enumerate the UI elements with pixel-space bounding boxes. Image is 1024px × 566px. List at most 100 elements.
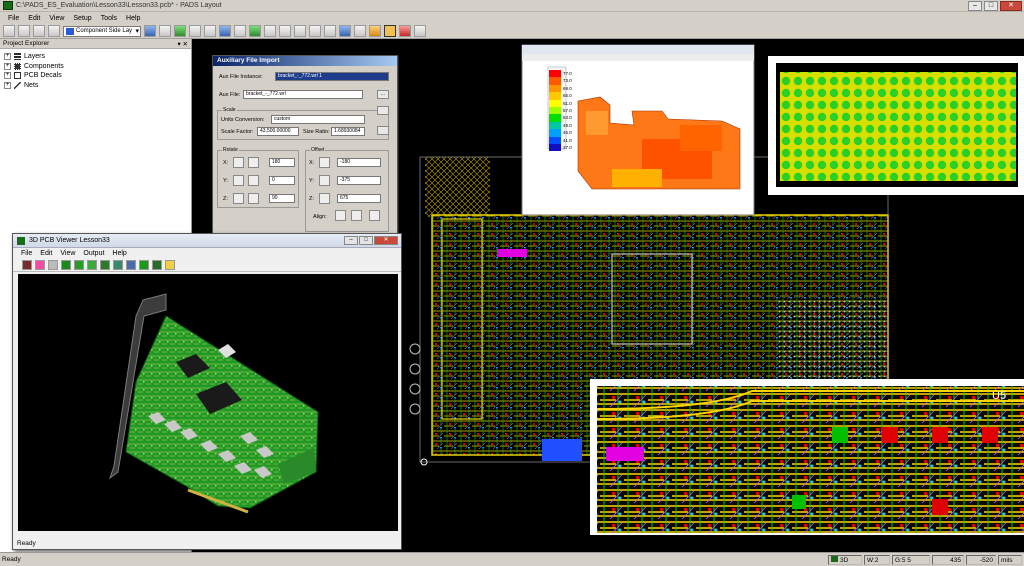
browse-button[interactable]: ... <box>377 90 389 99</box>
select-icon[interactable] <box>159 25 171 37</box>
front-view-icon[interactable] <box>87 260 97 270</box>
wrench-icon[interactable] <box>369 25 381 37</box>
scale-factor-field[interactable]: 43,500.00000 <box>257 127 299 136</box>
close-button[interactable]: ✕ <box>1000 1 1022 11</box>
menu-file[interactable]: File <box>8 15 19 22</box>
status-bar: Ready 3D W:2 G:5 5 435 -520 mils <box>0 552 1024 566</box>
save-icon[interactable] <box>33 25 45 37</box>
menu-edit[interactable]: Edit <box>28 15 40 22</box>
offset-y-field[interactable]: -375 <box>337 176 381 185</box>
menu-view[interactable]: View <box>49 15 64 22</box>
align-left-icon[interactable] <box>335 210 346 221</box>
offset-x-field[interactable]: -180 <box>337 158 381 167</box>
bottom-view-icon[interactable] <box>74 260 84 270</box>
fit-view-icon[interactable] <box>126 260 136 270</box>
x-coordinate: 435 <box>932 555 964 565</box>
viewer-menu-edit[interactable]: Edit <box>40 250 52 257</box>
pan-icon[interactable] <box>264 25 276 37</box>
legend-label: 77.0 <box>563 71 572 76</box>
top-view-icon[interactable] <box>61 260 71 270</box>
open-icon[interactable] <box>18 25 30 37</box>
viewer-maximize-button[interactable]: □ <box>359 236 373 245</box>
minimize-button[interactable]: – <box>968 1 982 11</box>
rotate-x-field[interactable]: 180 <box>269 158 295 167</box>
offset-y-icon[interactable] <box>319 175 330 186</box>
tree-item-components[interactable]: + Components <box>4 62 191 72</box>
rotate-x-cw-icon[interactable] <box>248 157 259 168</box>
print-icon[interactable] <box>48 25 60 37</box>
menu-setup[interactable]: Setup <box>73 15 91 22</box>
layer-select[interactable]: Component Side Lay <box>63 25 141 37</box>
legend-swatch <box>549 99 561 107</box>
new-icon[interactable] <box>3 25 15 37</box>
expand-icon[interactable]: + <box>4 53 11 61</box>
rotate-z-cw-icon[interactable] <box>248 193 259 204</box>
viewer-menu-view[interactable]: View <box>60 250 75 257</box>
explorer-title: Project Explorer <box>3 40 50 47</box>
route-icon[interactable] <box>174 25 186 37</box>
drafting-icon[interactable] <box>189 25 201 37</box>
aux-file-field[interactable]: bracket_-_772.wrl <box>243 90 363 99</box>
explorer-close-icon[interactable]: ▾ ✕ <box>177 40 188 48</box>
expand-icon[interactable]: + <box>4 62 11 70</box>
iso-view-icon[interactable] <box>113 260 123 270</box>
file-instance-select[interactable]: bracket_-_772.wrl 1 <box>275 72 389 81</box>
viewer-menu-help[interactable]: Help <box>112 250 126 257</box>
tree-label: Components <box>24 62 64 70</box>
menu-tools[interactable]: Tools <box>101 15 117 22</box>
viewer-title: 3D PCB Viewer Lesson33 <box>29 237 110 244</box>
viewer-3d-canvas[interactable] <box>18 274 398 531</box>
undo-icon[interactable] <box>309 25 321 37</box>
ecodesign-icon[interactable] <box>219 25 231 37</box>
legend-label: 45.0 <box>563 130 572 136</box>
thermal-icon[interactable] <box>399 25 411 37</box>
scale-reset-button[interactable] <box>377 126 389 135</box>
rotate-y-ccw-icon[interactable] <box>233 175 244 186</box>
viewer-menu-file[interactable]: File <box>21 250 32 257</box>
board-icon[interactable] <box>279 25 291 37</box>
offset-z-icon[interactable] <box>319 193 330 204</box>
rotate-z-ccw-icon[interactable] <box>233 193 244 204</box>
layer-icon[interactable] <box>152 260 162 270</box>
offset-x-icon[interactable] <box>319 157 330 168</box>
rotate-icon[interactable] <box>48 260 58 270</box>
redo-icon[interactable] <box>324 25 336 37</box>
units-select[interactable]: custom <box>271 115 365 124</box>
offset-group-label: Offset <box>310 147 326 153</box>
align-right-icon[interactable] <box>369 210 380 221</box>
expand-icon[interactable]: + <box>4 81 11 89</box>
rotate-y-cw-icon[interactable] <box>248 175 259 186</box>
rotate-z-field[interactable]: 90 <box>269 194 295 203</box>
redraw-icon[interactable] <box>294 25 306 37</box>
dimension-icon[interactable] <box>234 25 246 37</box>
select-icon[interactable] <box>35 260 45 270</box>
scale-apply-button[interactable] <box>377 106 389 115</box>
layer-icon[interactable] <box>144 25 156 37</box>
maximize-button[interactable]: □ <box>984 1 998 11</box>
tree-item-pcb-decals[interactable]: + PCB Decals <box>4 71 191 81</box>
offset-z-field[interactable]: 675 <box>337 194 381 203</box>
properties-icon[interactable] <box>354 25 366 37</box>
rotate-y-field[interactable]: 0 <box>269 176 295 185</box>
viewer-menu-output[interactable]: Output <box>83 250 104 257</box>
rotate-x-ccw-icon[interactable] <box>233 157 244 168</box>
design-icon[interactable] <box>204 25 216 37</box>
3d-view-icon[interactable] <box>384 25 396 37</box>
zoom-icon[interactable] <box>249 25 261 37</box>
viewer-minimize-button[interactable]: – <box>344 236 358 245</box>
help-icon[interactable] <box>165 260 175 270</box>
components-icon <box>14 62 21 70</box>
legend-swatch <box>549 106 561 115</box>
side-view-icon[interactable] <box>100 260 110 270</box>
board-view-icon[interactable] <box>22 260 32 270</box>
component-icon[interactable] <box>139 260 149 270</box>
viewer-close-button[interactable]: ✕ <box>374 236 398 245</box>
expand-icon[interactable]: + <box>4 72 11 80</box>
menu-help[interactable]: Help <box>126 15 140 22</box>
tree-item-nets[interactable]: + Nets <box>4 81 191 91</box>
width-indicator: W:2 <box>864 555 890 565</box>
align-center-icon[interactable] <box>351 210 362 221</box>
verify-icon[interactable] <box>339 25 351 37</box>
help-icon[interactable] <box>414 25 426 37</box>
tree-item-layers[interactable]: + Layers <box>4 52 191 62</box>
